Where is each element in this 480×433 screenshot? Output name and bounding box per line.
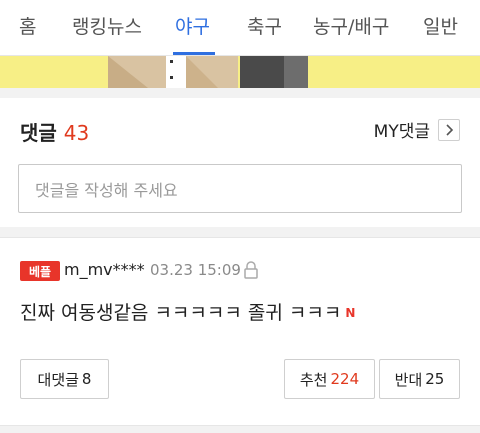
reply-label: 대댓글 [37, 370, 79, 389]
new-badge: N [345, 306, 356, 320]
like-count: 224 [330, 370, 360, 388]
best-comment-badge: 베플 [20, 261, 60, 281]
article-image-strip [0, 56, 480, 88]
tab-ranking-news[interactable]: 랭킹뉴스 [72, 12, 142, 39]
tab-basketball-volleyball[interactable]: 농구/배구 [313, 12, 389, 39]
comments-count: 43 [63, 121, 90, 145]
section-divider [0, 88, 480, 98]
reply-button[interactable]: 대댓글 8 [20, 359, 109, 399]
dislike-button[interactable]: 반대 25 [379, 359, 460, 399]
like-label: 추천 [299, 370, 328, 389]
comment-input[interactable]: 댓글을 작성해 주세요 [18, 164, 462, 213]
my-comments-button[interactable]: MY댓글 [374, 117, 460, 142]
section-divider [0, 425, 480, 433]
comment-author[interactable]: m_mv**** [64, 260, 145, 279]
tab-soccer[interactable]: 축구 [247, 12, 282, 39]
comment-body: 진짜 여동생같음 ㅋㅋㅋㅋㅋ 졸귀 ㅋㅋㅋ [20, 302, 342, 324]
active-tab-indicator [173, 52, 215, 55]
section-divider [0, 227, 480, 237]
sport-tab-bar: 홈 랭킹뉴스 야구 축구 농구/배구 일반 [0, 0, 480, 56]
lock-icon [243, 261, 259, 283]
comments-heading: 댓글 43 [20, 117, 89, 146]
tab-general[interactable]: 일반 [423, 12, 458, 39]
reply-count: 8 [81, 370, 92, 388]
chevron-right-icon [438, 118, 460, 141]
person-image [108, 56, 308, 88]
divider-line [0, 237, 480, 238]
comments-title: 댓글 [20, 121, 57, 145]
dislike-count: 25 [425, 370, 445, 388]
tab-home[interactable]: 홈 [19, 12, 36, 39]
comment-text: 진짜 여동생같음 ㅋㅋㅋㅋㅋ 졸귀 ㅋㅋㅋ N [20, 298, 355, 325]
dislike-label: 반대 [394, 370, 423, 389]
my-comments-label: MY댓글 [373, 122, 430, 142]
comment-timestamp: 03.23 15:09 [150, 261, 241, 279]
tab-baseball[interactable]: 야구 [175, 12, 210, 39]
like-button[interactable]: 추천 224 [284, 359, 375, 399]
